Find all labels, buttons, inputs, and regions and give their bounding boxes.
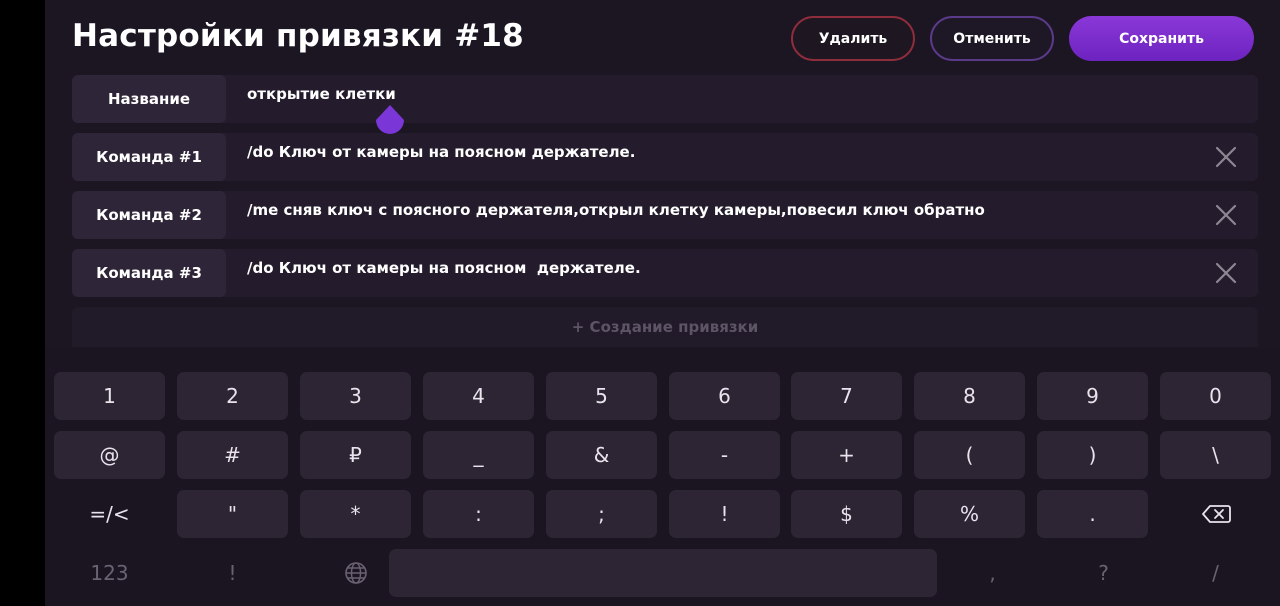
key[interactable]: ): [1037, 431, 1148, 479]
key[interactable]: ": [177, 490, 288, 538]
bind-settings-screen: Настройки привязки #18 Удалить Отменить …: [45, 0, 1280, 606]
left-edge: [0, 0, 45, 606]
key[interactable]: !: [669, 490, 780, 538]
key[interactable]: 4: [423, 372, 534, 420]
backspace-key[interactable]: [1160, 490, 1271, 538]
field-row-command-2: Команда #2 /me сняв ключ с поясного держ…: [72, 191, 1258, 239]
command-3-input[interactable]: /do Ключ от камеры на поясном держателе.: [247, 259, 641, 277]
key[interactable]: -: [669, 431, 780, 479]
field-label-command-1: Команда #1: [72, 133, 226, 181]
key[interactable]: 9: [1037, 372, 1148, 420]
key[interactable]: 3: [300, 372, 411, 420]
key[interactable]: /: [1160, 549, 1271, 597]
key[interactable]: 0: [1160, 372, 1271, 420]
space-key[interactable]: [389, 549, 937, 597]
globe-icon: [344, 562, 367, 584]
key[interactable]: .: [1037, 490, 1148, 538]
key[interactable]: %: [914, 490, 1025, 538]
key[interactable]: _: [423, 431, 534, 479]
command-1-input[interactable]: /do Ключ от камеры на поясном держателе.: [247, 143, 635, 161]
close-icon[interactable]: [1214, 261, 1238, 285]
backspace-icon: [1201, 505, 1231, 523]
key[interactable]: &: [546, 431, 657, 479]
text-cursor-handle-icon[interactable]: [374, 104, 406, 142]
key[interactable]: *: [300, 490, 411, 538]
key[interactable]: ,: [937, 549, 1048, 597]
key[interactable]: ?: [1048, 549, 1159, 597]
delete-button[interactable]: Удалить: [791, 16, 915, 61]
field-label-command-3: Команда #3: [72, 249, 226, 297]
key[interactable]: 7: [791, 372, 902, 420]
key[interactable]: 6: [669, 372, 780, 420]
key[interactable]: !: [177, 549, 288, 597]
numeric-toggle-key[interactable]: 123: [54, 549, 165, 597]
field-row-command-3: Команда #3 /do Ключ от камеры на поясном…: [72, 249, 1258, 297]
field-row-name: Название открытие клетки: [72, 75, 1258, 123]
save-button[interactable]: Сохранить: [1069, 16, 1254, 61]
field-row-command-1: Команда #1 /do Ключ от камеры на поясном…: [72, 133, 1258, 181]
key[interactable]: +: [791, 431, 902, 479]
key[interactable]: :: [423, 490, 534, 538]
close-icon[interactable]: [1214, 203, 1238, 227]
create-bind-button[interactable]: + Создание привязки: [72, 307, 1258, 347]
key[interactable]: (: [914, 431, 1025, 479]
key[interactable]: $: [791, 490, 902, 538]
key[interactable]: 1: [54, 372, 165, 420]
key[interactable]: 5: [546, 372, 657, 420]
close-icon[interactable]: [1214, 145, 1238, 169]
symbols-toggle-key[interactable]: =/<: [54, 490, 165, 538]
key[interactable]: @: [54, 431, 165, 479]
key[interactable]: \: [1160, 431, 1271, 479]
name-input[interactable]: открытие клетки: [247, 85, 396, 103]
key[interactable]: ;: [546, 490, 657, 538]
field-label-name: Название: [72, 75, 226, 123]
command-2-input[interactable]: /me сняв ключ с поясного держателя,откры…: [247, 201, 985, 219]
key[interactable]: 2: [177, 372, 288, 420]
key[interactable]: ₽: [300, 431, 411, 479]
key[interactable]: #: [177, 431, 288, 479]
key[interactable]: 8: [914, 372, 1025, 420]
page-title: Настройки привязки #18: [72, 18, 524, 54]
on-screen-keyboard: 1 2 3 4 5 6 7 8 9 0 @ # ₽ _ & - + ( ) \ …: [45, 348, 1280, 606]
cancel-button[interactable]: Отменить: [930, 16, 1054, 61]
field-label-command-2: Команда #2: [72, 191, 226, 239]
